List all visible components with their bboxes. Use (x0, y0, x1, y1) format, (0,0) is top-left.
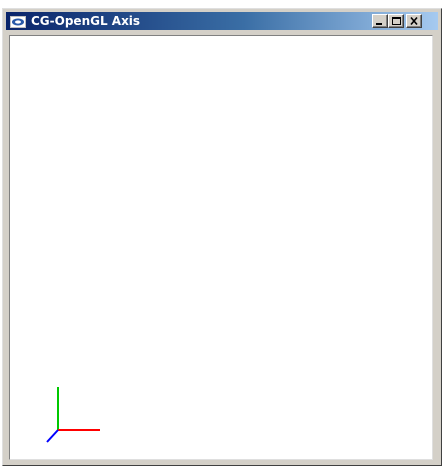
close-button[interactable] (406, 14, 422, 28)
maximize-icon (392, 17, 401, 25)
maximize-button[interactable] (388, 14, 404, 28)
app-window: CG-OpenGL Axis (2, 8, 442, 466)
app-window-icon[interactable] (10, 14, 26, 28)
z-axis-line (46, 429, 59, 443)
title-bar[interactable]: CG-OpenGL Axis (6, 12, 438, 30)
axis-gizmo (46, 387, 100, 443)
close-icon (410, 16, 418, 26)
minimize-icon (376, 23, 382, 25)
minimize-button[interactable] (372, 14, 388, 28)
window-title: CG-OpenGL Axis (31, 14, 141, 28)
opengl-canvas[interactable] (9, 35, 433, 460)
